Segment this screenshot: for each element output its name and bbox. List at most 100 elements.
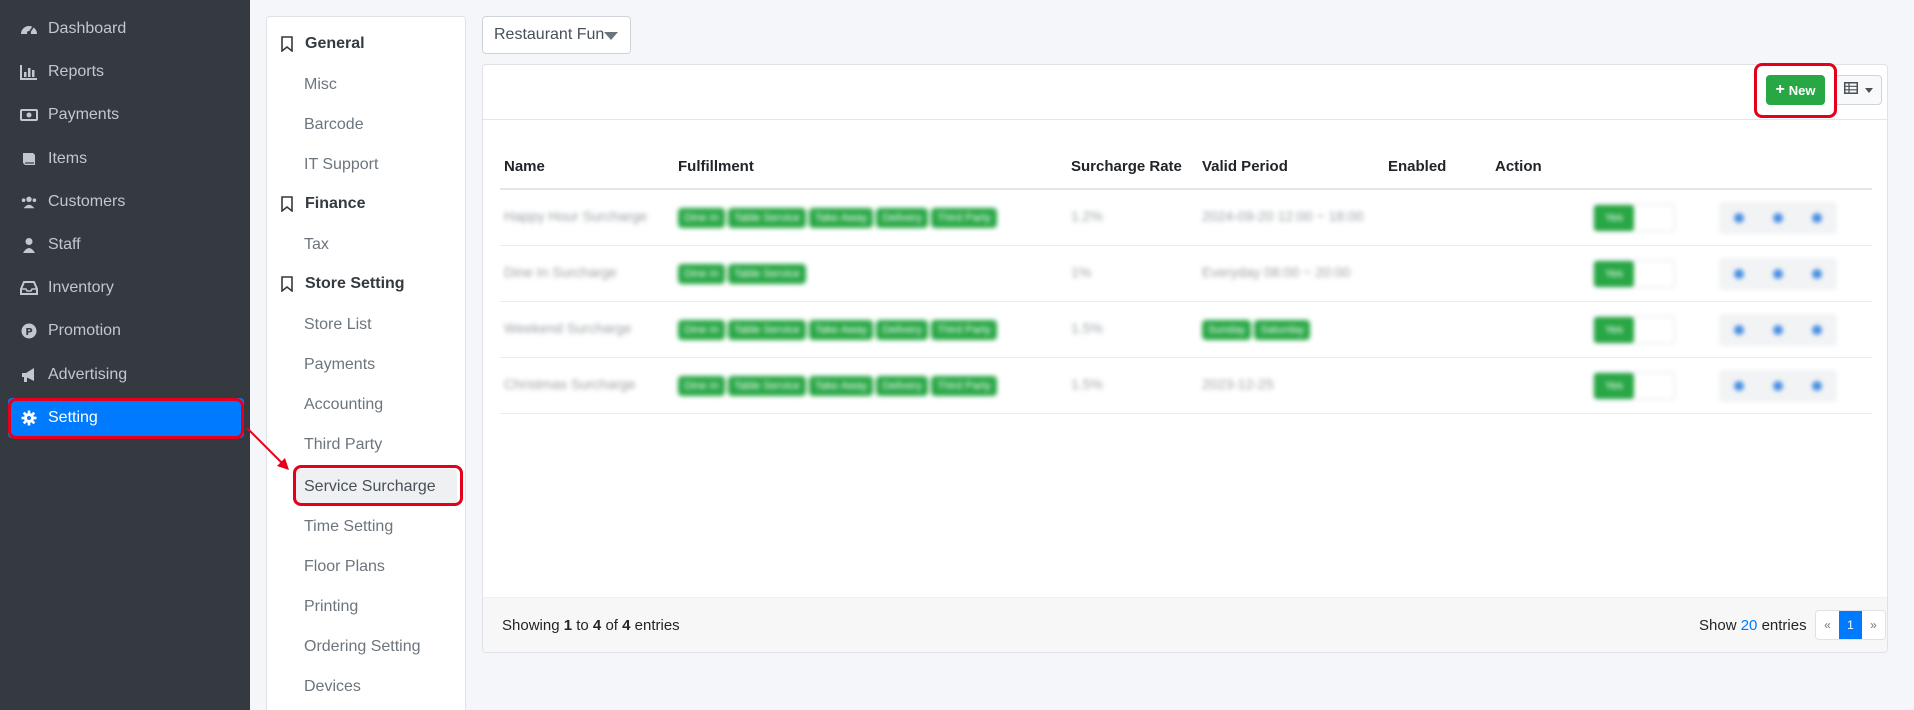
submenu-item-store-list[interactable]: Store List — [304, 316, 372, 334]
highlight-service-surcharge — [293, 465, 463, 506]
bullhorn-icon — [20, 366, 38, 384]
fulfillment-tag: Dine In — [678, 208, 725, 228]
sidebar-item-staff[interactable]: Staff — [8, 225, 244, 265]
column-header-valid-period[interactable]: Valid Period — [1202, 158, 1288, 175]
annotation-arrow — [246, 427, 289, 470]
enabled-toggle[interactable]: Yes — [1593, 204, 1675, 232]
submenu-item-tax[interactable]: Tax — [304, 236, 329, 254]
sidebar-item-promotion[interactable]: P Promotion — [8, 311, 244, 351]
delete-icon[interactable] — [1812, 325, 1823, 335]
view-icon[interactable] — [1733, 269, 1744, 279]
submenu-item-printing[interactable]: Printing — [304, 598, 358, 616]
sidebar-item-inventory[interactable]: Inventory — [8, 268, 244, 308]
dashboard-icon — [20, 20, 38, 38]
edit-icon[interactable] — [1772, 269, 1783, 279]
entries-info: Showing 1 to 4 of 4 entries — [502, 617, 680, 634]
delete-icon[interactable] — [1812, 381, 1823, 391]
next-page-button[interactable]: » — [1862, 611, 1885, 639]
surcharge-rate: 1% — [1071, 264, 1092, 280]
submenu-item-it-support[interactable]: IT Support — [304, 156, 378, 174]
submenu-item-devices[interactable]: Devices — [304, 678, 361, 696]
edit-icon[interactable] — [1772, 381, 1783, 391]
fulfillment-tag: Dine In — [678, 376, 725, 396]
submenu-item-accounting[interactable]: Accounting — [304, 396, 383, 414]
table-icon — [1843, 81, 1858, 99]
page-button-current[interactable]: 1 — [1839, 611, 1862, 639]
column-header-enabled[interactable]: Enabled — [1388, 158, 1446, 175]
row-actions — [1719, 314, 1837, 346]
sidebar-item-label: Customers — [48, 193, 126, 210]
edit-icon[interactable] — [1772, 213, 1783, 223]
submenu-item-misc[interactable]: Misc — [304, 76, 337, 94]
row-actions — [1719, 258, 1837, 290]
previous-page-button[interactable]: « — [1816, 611, 1839, 639]
delete-icon[interactable] — [1812, 213, 1823, 223]
period-tag: Saturday — [1254, 320, 1311, 340]
view-icon[interactable] — [1733, 325, 1744, 335]
valid-period: 2024-09-20 12:00 ~ 18:00 — [1202, 208, 1364, 224]
enabled-toggle-label: Yes — [1594, 317, 1634, 343]
page-size-control: Show 20 entries — [1699, 617, 1807, 634]
submenu-item-ordering-setting[interactable]: Ordering Setting — [304, 638, 421, 656]
fulfillment-tags: Dine In Table Service Take Away Delivery… — [678, 376, 997, 396]
main-sidebar: Dashboard Reports Payments Items Custome… — [0, 0, 250, 710]
highlight-setting — [8, 398, 244, 439]
fulfillment-tag: Dine In — [678, 264, 725, 284]
submenu-item-floor-plans[interactable]: Floor Plans — [304, 558, 385, 576]
column-header-fulfillment[interactable]: Fulfillment — [678, 158, 754, 175]
store-select[interactable]: Restaurant Fun — [482, 16, 631, 54]
bar-chart-icon — [20, 63, 38, 81]
table-header: Name Fulfillment Surcharge Rate Valid Pe… — [500, 153, 1872, 190]
enabled-toggle[interactable]: Yes — [1593, 316, 1675, 344]
fulfillment-tags: Dine In Table Service Take Away Delivery… — [678, 208, 997, 228]
fulfillment-tags: Dine In Table Service Take Away Delivery… — [678, 320, 997, 340]
submenu-item-third-party[interactable]: Third Party — [304, 436, 382, 454]
period-tag: Sunday — [1202, 320, 1252, 340]
sidebar-item-payments[interactable]: Payments — [8, 95, 244, 135]
book-icon — [20, 150, 38, 168]
column-header-name[interactable]: Name — [504, 158, 545, 175]
view-icon[interactable] — [1733, 213, 1744, 223]
column-header-action: Action — [1495, 158, 1542, 175]
sidebar-item-dashboard[interactable]: Dashboard — [8, 9, 244, 49]
valid-period: Everyday 08:00 ~ 20:00 — [1202, 264, 1351, 280]
surcharge-rate: 1.2% — [1071, 208, 1103, 224]
sidebar-item-reports[interactable]: Reports — [8, 52, 244, 92]
edit-icon[interactable] — [1772, 325, 1783, 335]
sidebar-item-items[interactable]: Items — [8, 139, 244, 179]
inbox-icon — [20, 279, 38, 297]
column-header-surcharge-rate[interactable]: Surcharge Rate — [1071, 158, 1182, 175]
view-icon[interactable] — [1733, 381, 1744, 391]
pagination: « 1 » — [1815, 610, 1886, 640]
enabled-toggle-label: Yes — [1594, 261, 1634, 287]
table-row: Weekend Surcharge Dine In Table Service … — [500, 302, 1872, 358]
store-select-value: Restaurant Fun — [494, 26, 605, 43]
surcharge-name: Weekend Surcharge — [504, 320, 632, 336]
delete-icon[interactable] — [1812, 269, 1823, 279]
enabled-toggle[interactable]: Yes — [1593, 372, 1675, 400]
fulfillment-tag: Table Service — [727, 208, 806, 228]
highlight-new-button — [1754, 63, 1837, 118]
submenu-item-payments[interactable]: Payments — [304, 356, 375, 374]
submenu-header-store-setting: Store Setting — [281, 275, 405, 293]
surcharge-card: + New Name Fulfillment Surcharge Rate Va… — [482, 64, 1888, 653]
page-size-select[interactable]: 20 — [1741, 617, 1758, 634]
surcharge-name: Dine In Surcharge — [504, 264, 617, 280]
surcharge-rate: 1.5% — [1071, 376, 1103, 392]
fulfillment-tag: Table Service — [727, 320, 806, 340]
enabled-toggle-label: Yes — [1594, 373, 1634, 399]
table-footer: Showing 1 to 4 of 4 entries Show 20 entr… — [483, 597, 1887, 652]
row-actions — [1719, 202, 1837, 234]
sidebar-item-customers[interactable]: Customers — [8, 182, 244, 222]
sidebar-item-advertising[interactable]: Advertising — [8, 355, 244, 395]
parking-icon: P — [20, 322, 38, 340]
card-toolbar: + New — [483, 65, 1887, 120]
column-toggle-button[interactable] — [1834, 75, 1882, 105]
fulfillment-tag: Third Party — [931, 320, 997, 340]
submenu-item-time-setting[interactable]: Time Setting — [304, 518, 393, 536]
sidebar-item-label: Items — [48, 150, 88, 167]
enabled-toggle[interactable]: Yes — [1593, 260, 1675, 288]
fulfillment-tag: Third Party — [931, 208, 997, 228]
fulfillment-tag: Delivery — [876, 376, 929, 396]
submenu-item-barcode[interactable]: Barcode — [304, 116, 364, 134]
